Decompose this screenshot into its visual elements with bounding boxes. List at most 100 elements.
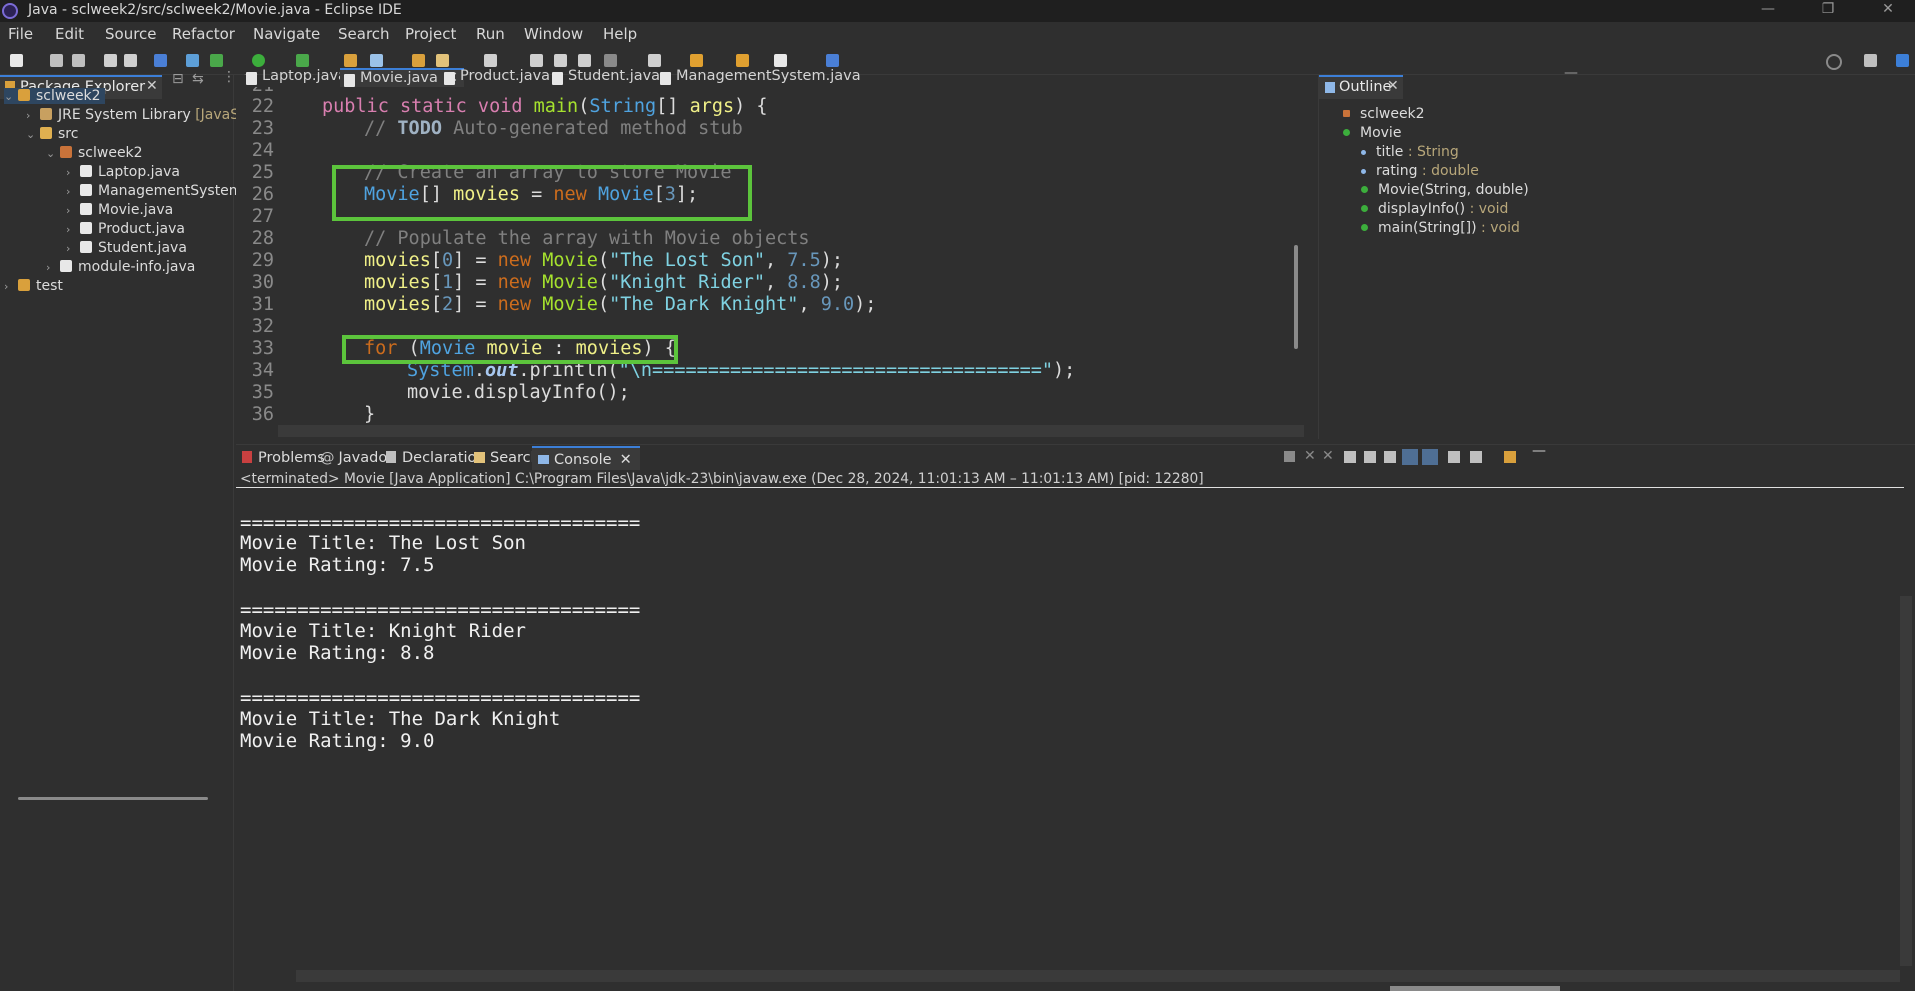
outline-item-display-info[interactable]: displayInfo() : void [1361, 201, 1508, 217]
close-icon[interactable]: ✕ [146, 78, 158, 94]
undo-icon[interactable] [104, 54, 117, 67]
outline-item-constructor[interactable]: Movie(String, double) [1361, 182, 1529, 198]
tab-console[interactable]: Console ✕ [532, 446, 640, 470]
remove-all-icon[interactable]: ✕ [1322, 448, 1334, 464]
debug-icon[interactable] [186, 54, 199, 67]
tab-problems[interactable]: Problems [242, 450, 325, 466]
open-type-icon[interactable] [412, 54, 425, 67]
save-icon[interactable] [50, 54, 63, 67]
code-editor[interactable]: 21 22public static void main(String[] ar… [236, 87, 1304, 425]
horizontal-scrollbar[interactable] [278, 425, 1304, 437]
tree-item-student[interactable]: › Student.java [66, 240, 187, 256]
outline-label: Movie(String, double) [1378, 182, 1529, 198]
link-editor-icon[interactable]: ⇆ [192, 71, 204, 87]
forward-icon[interactable] [736, 54, 749, 67]
tab-search[interactable]: Search [474, 450, 540, 466]
close-window-button[interactable]: ✕ [1865, 0, 1911, 22]
vertical-scrollbar[interactable] [1294, 245, 1298, 349]
menu-search[interactable]: Search [338, 25, 390, 43]
java-file-icon [246, 72, 257, 85]
tree-item-project[interactable]: ⌄ sclweek2 [4, 88, 105, 104]
console-status: <terminated> Movie [Java Application] C:… [240, 471, 1204, 487]
back-icon[interactable] [690, 54, 703, 67]
menu-bar: File Edit Source Refactor Navigate Searc… [0, 22, 1915, 47]
console-horizontal-scrollbar[interactable] [296, 970, 1900, 982]
search-tool-icon[interactable] [436, 54, 449, 67]
new-icon[interactable] [10, 54, 23, 67]
tab-declaration[interactable]: Declaration [386, 450, 486, 466]
tab-label: Student.java [568, 68, 661, 84]
toggle-mark-icon[interactable] [484, 54, 497, 67]
console-output[interactable]: =================================== Movi… [236, 488, 1902, 970]
tree-item-src[interactable]: ⌄ src [26, 126, 78, 142]
chevron-right-icon: › [66, 185, 71, 198]
display-console-icon[interactable] [1470, 451, 1482, 463]
terminate-icon[interactable] [1284, 451, 1295, 462]
tree-item-laptop[interactable]: › Laptop.java [66, 164, 180, 180]
console-view-icon[interactable] [154, 54, 167, 67]
console-line: Movie Rating: 8.8 [240, 642, 435, 664]
annotation-icon[interactable] [530, 54, 543, 67]
tree-item-test[interactable]: › test [4, 278, 63, 294]
open-console-icon[interactable] [1504, 451, 1516, 463]
show-on-error-icon[interactable] [1422, 449, 1438, 465]
console-vertical-scrollbar[interactable] [1900, 596, 1912, 966]
outline-item-field-title[interactable]: title : String [1361, 144, 1459, 160]
menu-project[interactable]: Project [405, 25, 456, 43]
save-all-icon[interactable] [72, 54, 85, 67]
outline-item-class[interactable]: Movie [1343, 125, 1401, 141]
close-icon[interactable]: ✕ [1387, 78, 1399, 94]
java-perspective-icon[interactable] [1896, 54, 1909, 67]
external-tools-icon[interactable] [296, 54, 309, 67]
tree-item-product[interactable]: › Product.java [66, 221, 185, 237]
menu-source[interactable]: Source [105, 25, 157, 43]
menu-file[interactable]: File [8, 25, 33, 43]
horizontal-scrollbar[interactable] [18, 797, 208, 800]
forward-arrow-icon[interactable] [774, 54, 787, 67]
tab-javadoc[interactable]: @ Javadoc [320, 450, 395, 466]
tree-item-movie[interactable]: › Movie.java [66, 202, 173, 218]
menu-navigate[interactable]: Navigate [253, 25, 320, 43]
new-package-icon[interactable] [370, 54, 383, 67]
console-line: =================================== [240, 512, 641, 534]
redo-icon[interactable] [124, 54, 137, 67]
outline-item-main[interactable]: main(String[]) : void [1361, 220, 1520, 236]
pin-console-icon[interactable] [1448, 451, 1460, 463]
menu-refactor[interactable]: Refactor [172, 25, 235, 43]
menu-help[interactable]: Help [603, 25, 637, 43]
minimize-view-icon[interactable]: — [1532, 443, 1546, 459]
outline-item-field-rating[interactable]: rating : double [1361, 163, 1479, 179]
tree-item-module-info[interactable]: › module-info.java [46, 259, 195, 275]
outline-tab[interactable]: Outline ✕ [1319, 75, 1403, 99]
tree-item-package[interactable]: ⌄ sclweek2 [46, 145, 143, 161]
chevron-right-icon: › [66, 204, 71, 217]
search-icon[interactable] [1826, 54, 1842, 70]
menu-edit[interactable]: Edit [55, 25, 84, 43]
menu-run[interactable]: Run [476, 25, 505, 43]
run-icon[interactable] [252, 54, 265, 67]
remove-launch-icon[interactable]: ✕ [1304, 448, 1316, 464]
whitespace-icon[interactable] [578, 54, 591, 67]
close-icon[interactable]: ✕ [620, 452, 632, 468]
block-selection-icon[interactable] [554, 54, 567, 67]
minimize-button[interactable]: — [1745, 0, 1791, 22]
perspective-open-icon[interactable] [1864, 54, 1877, 67]
scroll-lock-icon[interactable] [1364, 451, 1376, 463]
package-explorer-panel: Package Explorer ✕ ⊟ ⇆ ⋮ — ⌄sclweek2 ›JR… [0, 67, 276, 991]
chevron-right-icon: › [66, 166, 71, 179]
maximize-button[interactable]: ❐ [1805, 0, 1851, 22]
clear-console-icon[interactable] [1344, 451, 1356, 463]
collapse-all-icon[interactable]: ⊟ [172, 71, 184, 87]
last-edit-icon[interactable] [648, 54, 661, 67]
show-on-output-icon[interactable] [1402, 449, 1418, 465]
pin-editor-icon[interactable] [826, 54, 839, 67]
new-java-project-icon[interactable] [344, 54, 357, 67]
word-wrap-icon[interactable] [1384, 451, 1396, 463]
view-menu-icon[interactable]: ⋮ [222, 69, 236, 85]
menu-window[interactable]: Window [524, 25, 583, 43]
eclipse-logo-icon [2, 3, 18, 19]
coverage-icon[interactable] [210, 54, 223, 67]
next-annotation-icon[interactable] [604, 54, 617, 67]
outline-item-package[interactable]: sclweek2 [1343, 106, 1425, 122]
java-file-icon [80, 222, 92, 234]
